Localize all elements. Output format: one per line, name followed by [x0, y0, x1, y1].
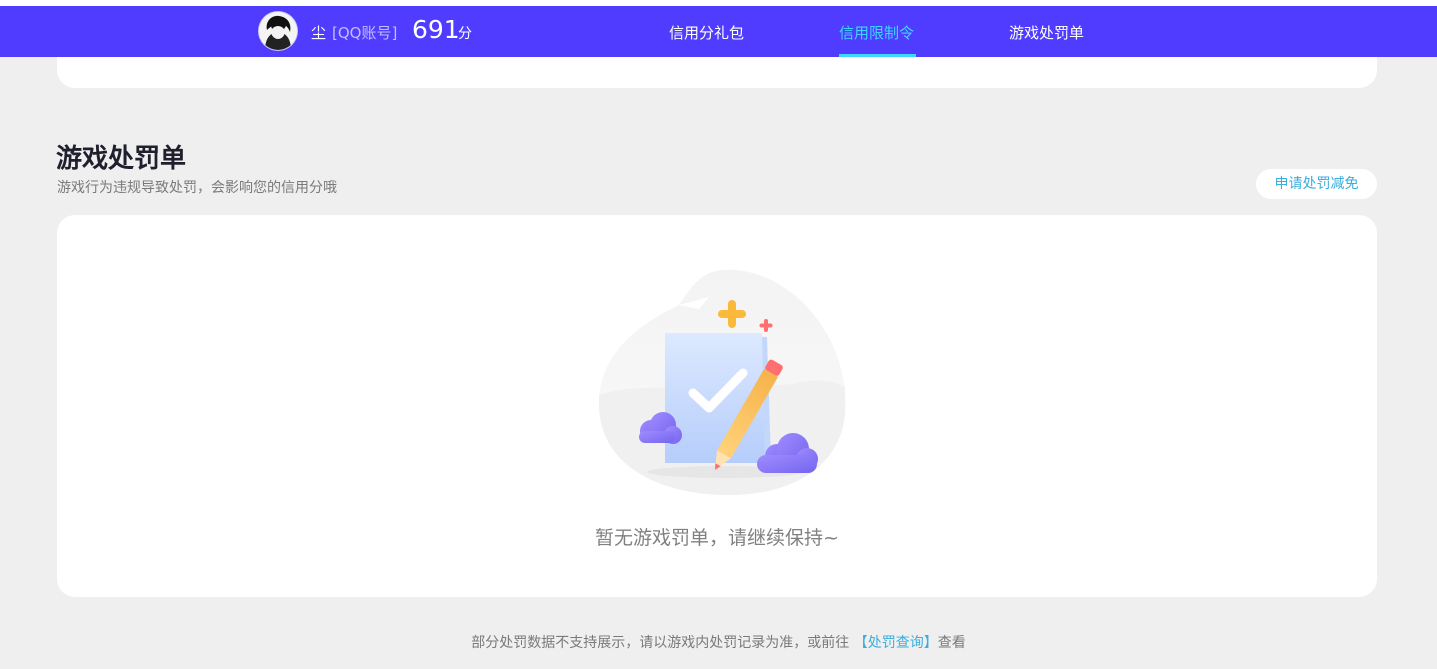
username: 尘	[311, 24, 327, 42]
document-check-pencil-illustration-icon	[597, 265, 857, 505]
footer-note: 部分处罚数据不支持展示，请以游戏内处罚记录为准，或前往 【处罚查询】查看	[0, 632, 1437, 652]
credit-score-unit: 分	[458, 26, 472, 42]
tab-credit-restriction[interactable]: 信用限制令	[839, 22, 914, 43]
apply-penalty-reduction-button[interactable]: 申请处罚减免	[1256, 169, 1377, 199]
section-title: 游戏处罚单	[56, 144, 187, 174]
tab-game-penalty[interactable]: 游戏处罚单	[1009, 22, 1084, 43]
section-subtitle: 游戏行为违规导致处罚，会影响您的信用分哦	[57, 180, 337, 196]
avatar-image-icon	[259, 12, 297, 50]
tab-credit-gift[interactable]: 信用分礼包	[669, 22, 744, 43]
footer-text: 部分处罚数据不支持展示，请以游戏内处罚记录为准，或前往	[471, 635, 850, 651]
penalty-query-link[interactable]: 【处罚查询】	[854, 635, 938, 651]
user-avatar[interactable]	[259, 12, 297, 50]
account-type-label: [QQ账号]	[332, 24, 398, 42]
previous-section-card	[57, 57, 1377, 88]
empty-state-message: 暂无游戏罚单，请继续保持~	[595, 527, 839, 549]
penalty-list-card: 暂无游戏罚单，请继续保持~	[57, 215, 1377, 597]
credit-score: 691	[412, 15, 460, 44]
top-nav-bar: 尘 [QQ账号] 691 分 信用分礼包 信用限制令 游戏处罚单	[0, 6, 1437, 57]
footer-text-end: 查看	[937, 635, 966, 651]
